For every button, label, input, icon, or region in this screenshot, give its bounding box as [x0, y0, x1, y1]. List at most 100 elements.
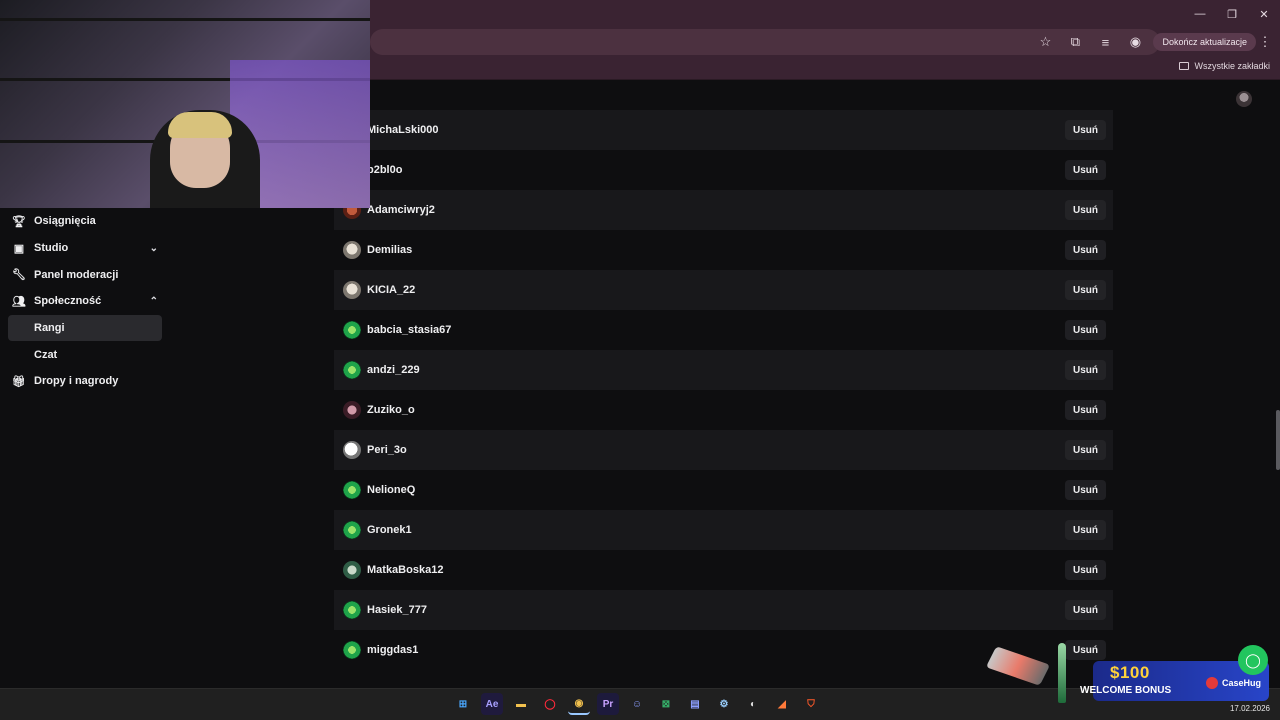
sidebar-subitem-label: Rangi	[34, 322, 65, 335]
app-icon[interactable]: ▤	[684, 693, 706, 715]
avatar	[343, 401, 361, 419]
chevron-down-icon: ⌄	[149, 242, 158, 254]
obs-icon[interactable]: ◐	[742, 693, 764, 715]
sidebar-item-label: Studio	[34, 242, 69, 255]
avatar	[343, 441, 361, 459]
avatar	[343, 601, 361, 619]
list-item: andzi_229 Usuń	[334, 350, 1113, 390]
premiere-icon[interactable]: Pr	[597, 693, 619, 715]
username[interactable]: babcia_stasia67	[367, 324, 451, 336]
remove-button[interactable]: Usuń	[1065, 200, 1106, 220]
username[interactable]: NelioneQ	[367, 484, 415, 496]
list-item: NelioneQ Usuń	[334, 470, 1124, 510]
trophy-icon: 🏆︎	[12, 215, 26, 228]
username[interactable]: Hasiek_777	[367, 604, 427, 616]
all-bookmarks[interactable]: Wszystkie zakładki	[1179, 61, 1270, 71]
list-item: Adamciwryj2 Usuń	[334, 190, 1113, 230]
extensions-icon[interactable]: ⧉	[1061, 30, 1089, 54]
rank-users-list: MichaLski000 Usuń b2bl0o Usuń Adamciwryj2 Usu…	[334, 110, 1124, 670]
avatar	[343, 361, 361, 379]
sidebar-item-achievements[interactable]: 🏆︎ Osiągnięcia	[0, 208, 170, 235]
remove-button[interactable]: Usuń	[1065, 360, 1106, 380]
update-button[interactable]: Dokończ aktualizacje	[1153, 33, 1256, 51]
sidebar-item-label: Panel moderacji	[34, 268, 119, 281]
sidebar-item-label: Dropy i nagrody	[34, 375, 119, 388]
steam-icon[interactable]: ⚙	[713, 693, 735, 715]
username[interactable]: b2bl0o	[367, 164, 402, 176]
streamlabs-icon[interactable]: ◢	[771, 693, 793, 715]
username[interactable]: MatkaBoska12	[367, 564, 443, 576]
remove-button[interactable]: Usuń	[1065, 600, 1106, 620]
profile-icon[interactable]: ◉	[1121, 30, 1149, 54]
folder-icon	[1179, 62, 1190, 70]
all-bookmarks-label: Wszystkie zakładki	[1194, 61, 1270, 71]
taskbar-date: 17.02.2026	[1229, 704, 1270, 713]
brave-icon[interactable]: ⛉	[800, 693, 822, 715]
list-item: KICIA_22 Usuń	[334, 270, 1113, 310]
sidebar: 🏆︎ Osiągnięcia ▣ Studio ⌄ 🔧︎ Panel moder…	[0, 208, 170, 395]
sidebar-subitem-ranks[interactable]: Rangi	[8, 314, 162, 342]
remove-button[interactable]: Usuń	[1065, 480, 1106, 500]
list-item: babcia_stasia67 Usuń	[334, 310, 1124, 350]
username[interactable]: MichaLski000	[367, 124, 439, 136]
menu-icon[interactable]: ⋮	[1258, 30, 1272, 54]
ad-amount: $100	[1110, 663, 1150, 682]
remove-button[interactable]: Usuń	[1065, 560, 1106, 580]
excel-icon[interactable]: ⊠	[655, 693, 677, 715]
restore-icon[interactable]: ❐	[1216, 0, 1248, 28]
remove-button[interactable]: Usuń	[1065, 160, 1106, 180]
remove-button[interactable]: Usuń	[1065, 320, 1106, 340]
pistol-image	[985, 646, 1051, 686]
sidebar-subitem-chat[interactable]: Czat	[8, 341, 162, 368]
remove-button[interactable]: Usuń	[1065, 440, 1106, 460]
remove-button[interactable]: Usuń	[1065, 520, 1106, 540]
knife-image	[1058, 643, 1066, 703]
username[interactable]: Zuziko_o	[367, 404, 415, 416]
ad-brand-label: CaseHug	[1222, 678, 1262, 688]
chevron-up-icon: ⌃	[149, 295, 158, 307]
remove-button[interactable]: Usuń	[1065, 240, 1106, 260]
sidebar-item-studio[interactable]: ▣ Studio ⌄	[0, 235, 170, 262]
username[interactable]: Gronek1	[367, 524, 412, 536]
list-item: MichaLski000 Usuń	[334, 110, 1113, 150]
star-icon[interactable]: ☆	[1031, 30, 1059, 54]
webcam-overlay	[0, 0, 370, 208]
close-icon[interactable]: ✕	[1248, 0, 1280, 28]
avatar	[343, 641, 361, 659]
wrench-icon: 🔧︎	[12, 269, 26, 282]
sidebar-item-moderation[interactable]: 🔧︎ Panel moderacji	[0, 261, 170, 288]
list-item: Gronek1 Usuń	[334, 510, 1113, 550]
remove-button[interactable]: Usuń	[1065, 120, 1106, 140]
file-explorer-icon[interactable]: ▬	[510, 693, 532, 715]
casehug-ad[interactable]: $100 WELCOME BONUS CaseHug ◯	[985, 643, 1272, 705]
scrollbar[interactable]	[1276, 410, 1280, 470]
list-item: MatkaBoska12 Usuń	[334, 550, 1124, 590]
avatar	[343, 521, 361, 539]
after-effects-icon[interactable]: Ae	[481, 693, 503, 715]
sidebar-item-community[interactable]: 👥︎ Społeczność ⌃	[0, 288, 170, 315]
list-item: Hasiek_777 Usuń	[334, 590, 1113, 630]
username[interactable]: andzi_229	[367, 364, 420, 376]
list-item: Zuziko_o Usuń	[334, 390, 1124, 430]
ad-bonus: WELCOME BONUS	[1080, 685, 1172, 696]
windows-start-icon[interactable]: ⊞	[452, 693, 474, 715]
user-avatar[interactable]	[1236, 91, 1252, 107]
minimize-icon[interactable]: —	[1184, 0, 1216, 28]
username[interactable]: Peri_3o	[367, 444, 407, 456]
remove-button[interactable]: Usuń	[1065, 400, 1106, 420]
list-item: Demilias Usuń	[334, 230, 1124, 270]
chrome-icon[interactable]: ◉	[568, 693, 590, 715]
username[interactable]: Adamciwryj2	[367, 204, 435, 216]
opera-icon[interactable]: ◯	[539, 693, 561, 715]
username[interactable]: miggdas1	[367, 644, 418, 656]
avatar	[343, 561, 361, 579]
media-icon[interactable]: ≡	[1091, 30, 1119, 54]
discord-icon[interactable]: ☺	[626, 693, 648, 715]
remove-button[interactable]: Usuń	[1065, 280, 1106, 300]
username[interactable]: Demilias	[367, 244, 412, 256]
window-controls: — ❐ ✕	[1184, 0, 1280, 28]
chat-bubble-icon[interactable]: ◯	[1238, 645, 1268, 675]
sidebar-item-drops[interactable]: 🎁︎ Dropy i nagrody	[0, 368, 170, 395]
gift-icon: 🎁︎	[12, 375, 26, 388]
username[interactable]: KICIA_22	[367, 284, 415, 296]
